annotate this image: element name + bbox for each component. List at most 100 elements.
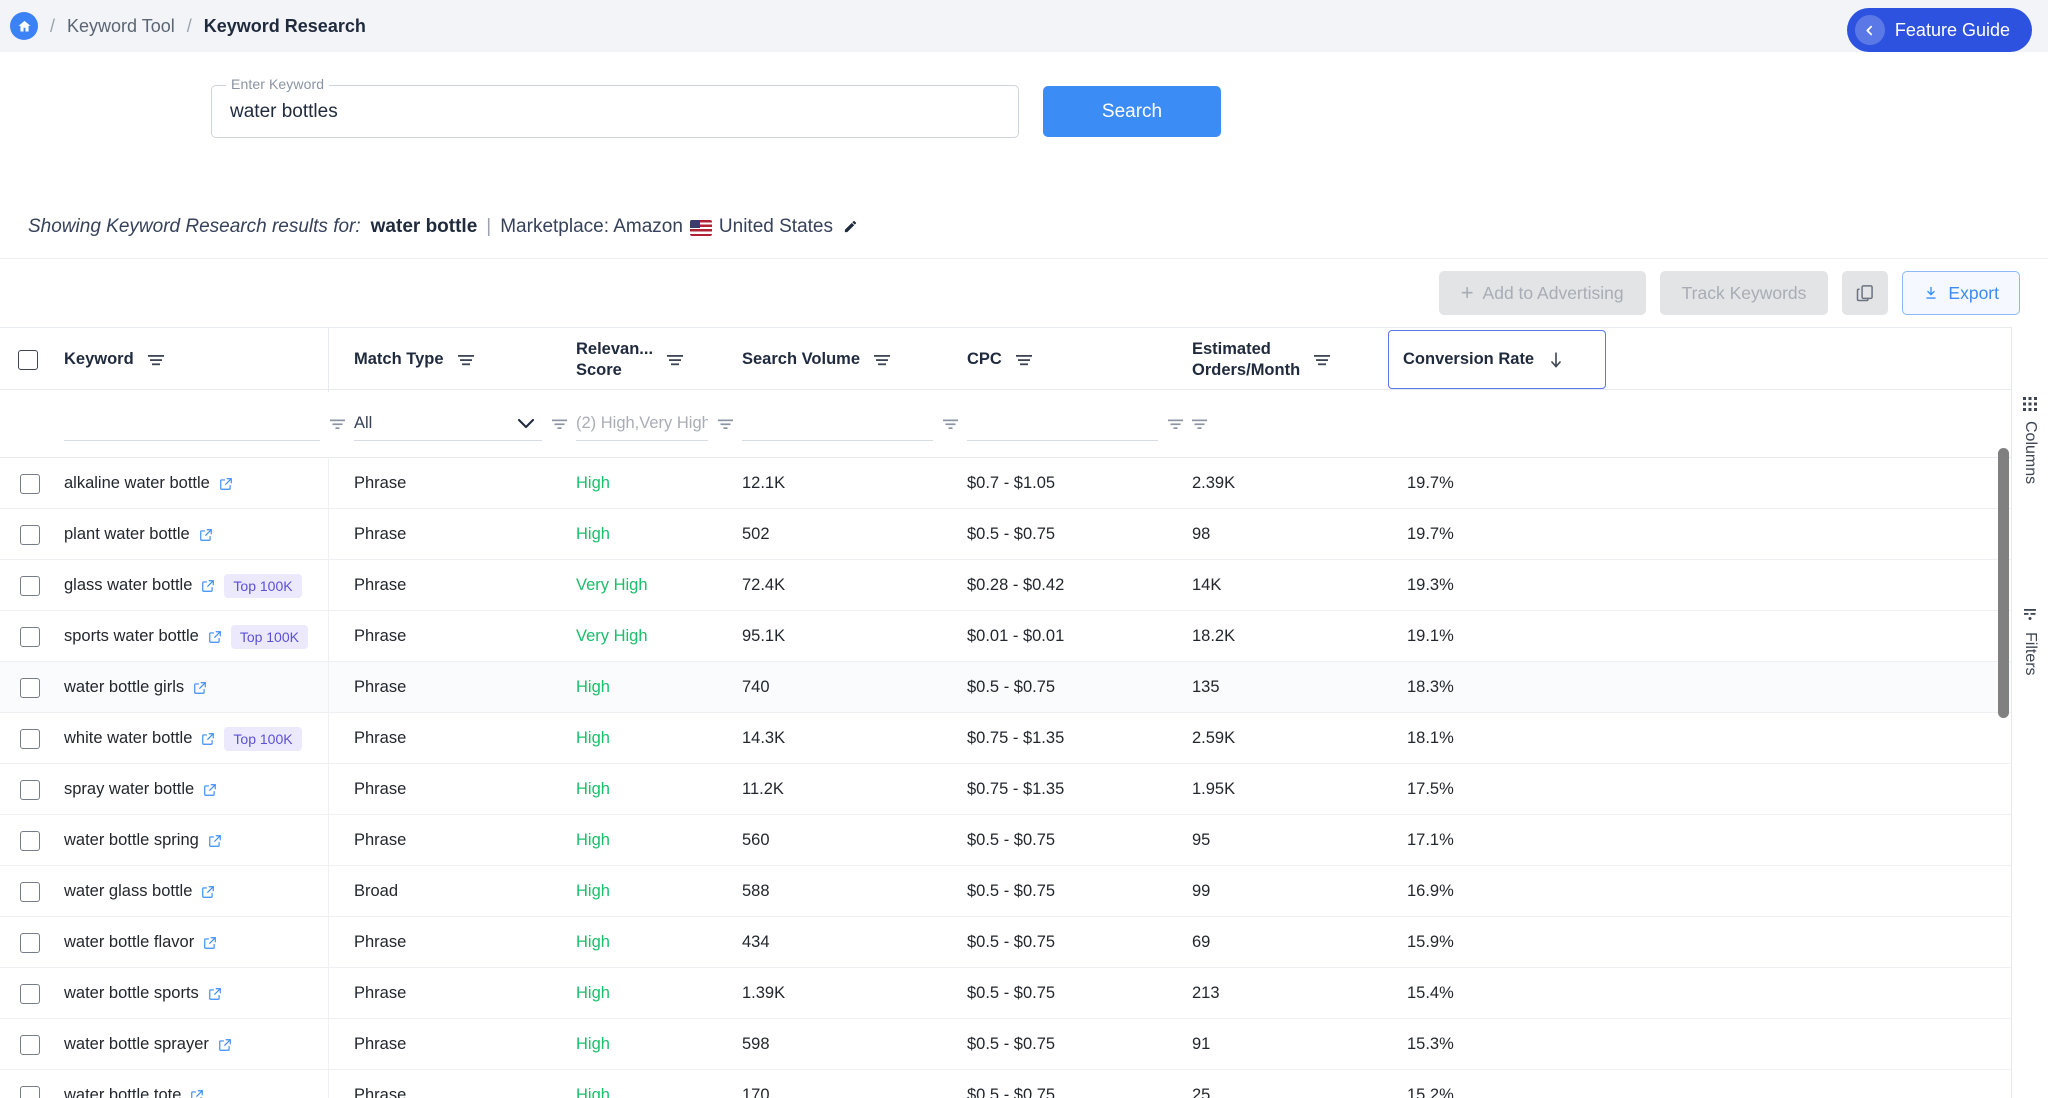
cell-cpc: $0.5 - $0.75 (963, 1070, 1188, 1098)
sort-icon[interactable] (874, 353, 891, 367)
open-external-icon[interactable] (208, 630, 222, 644)
arrow-down-icon[interactable] (1548, 351, 1564, 369)
edit-marketplace-button[interactable] (843, 219, 858, 234)
open-external-icon[interactable] (219, 477, 233, 491)
table-row[interactable]: water bottle girlsPhraseHigh740$0.5 - $0… (0, 662, 2011, 713)
feature-guide-button[interactable]: Feature Guide (1847, 8, 2032, 52)
column-header-conversion-rate[interactable]: Conversion Rate (1389, 331, 1605, 388)
column-header-match-type[interactable]: Match Type (350, 328, 572, 391)
column-header-cpc[interactable]: CPC (963, 328, 1188, 391)
open-external-icon[interactable] (203, 783, 217, 797)
track-keywords-button[interactable]: Track Keywords (1660, 271, 1829, 315)
table-row[interactable]: white water bottleTop 100KPhraseHigh14.3… (0, 713, 2011, 764)
filter-icon[interactable] (330, 417, 346, 431)
sort-icon[interactable] (148, 353, 165, 367)
home-button[interactable] (10, 12, 38, 40)
table-row[interactable]: water bottle flavorPhraseHigh434$0.5 - $… (0, 917, 2011, 968)
row-checkbox[interactable] (20, 576, 40, 596)
breadcrumb-item-keyword-tool[interactable]: Keyword Tool (67, 16, 175, 37)
row-checkbox[interactable] (20, 831, 40, 851)
table-row[interactable]: water bottle springPhraseHigh560$0.5 - $… (0, 815, 2011, 866)
open-external-icon[interactable] (208, 987, 222, 1001)
filter-icon[interactable] (1192, 417, 1208, 431)
row-checkbox[interactable] (20, 882, 40, 902)
add-to-advertising-button[interactable]: + Add to Advertising (1439, 271, 1646, 315)
table-row[interactable]: alkaline water bottlePhraseHigh12.1K$0.7… (0, 458, 2011, 509)
filter-match-type-select[interactable]: All (354, 407, 542, 441)
search-button[interactable]: Search (1043, 86, 1221, 137)
filter-icon[interactable] (1168, 417, 1184, 431)
cell-relevance-score: High (572, 1070, 738, 1098)
row-select-cell (0, 815, 60, 866)
row-checkbox[interactable] (20, 627, 40, 647)
sort-icon[interactable] (1016, 353, 1033, 367)
results-prefix: Showing Keyword Research results for: (28, 216, 361, 238)
row-checkbox[interactable] (20, 525, 40, 545)
copy-button[interactable] (1842, 271, 1888, 315)
sort-icon[interactable] (667, 353, 684, 367)
table-row[interactable]: water bottle sportsPhraseHigh1.39K$0.5 -… (0, 968, 2011, 1019)
filter-icon[interactable] (552, 417, 568, 431)
search-input[interactable] (212, 86, 1018, 137)
column-header-search-volume[interactable]: Search Volume (738, 328, 963, 391)
table-row[interactable]: glass water bottleTop 100KPhraseVery Hig… (0, 560, 2011, 611)
filter-relevance-input[interactable] (576, 407, 708, 440)
row-checkbox[interactable] (20, 1035, 40, 1055)
chevron-down-icon[interactable] (516, 417, 536, 430)
breadcrumb-bar: / Keyword Tool / Keyword Research (0, 0, 2048, 52)
column-header-estimated-orders[interactable]: Estimated Orders/Month (1188, 328, 1403, 391)
sort-icon[interactable] (1314, 353, 1331, 367)
cell-estimated-orders: 69 (1188, 917, 1403, 968)
open-external-icon[interactable] (201, 732, 215, 746)
cell-estimated-orders: 2.59K (1188, 713, 1403, 764)
keyword-text: alkaline water bottle (64, 474, 210, 493)
open-external-icon[interactable] (203, 936, 217, 950)
table-row[interactable]: spray water bottlePhraseHigh11.2K$0.75 -… (0, 764, 2011, 815)
open-external-icon[interactable] (201, 579, 215, 593)
table-row[interactable]: plant water bottlePhraseHigh502$0.5 - $0… (0, 509, 2011, 560)
cell-relevance-score: High (572, 458, 738, 509)
select-all-checkbox[interactable] (18, 350, 38, 370)
row-select-cell (0, 917, 60, 968)
cell-search-volume: 502 (738, 509, 963, 560)
open-external-icon[interactable] (201, 885, 215, 899)
filter-relevance-select[interactable] (576, 407, 708, 441)
table-row[interactable]: sports water bottleTop 100KPhraseVery Hi… (0, 611, 2011, 662)
row-checkbox[interactable] (20, 474, 40, 494)
filters-panel-toggle[interactable]: Filters (2021, 600, 2039, 684)
column-header-keyword[interactable]: Keyword (60, 328, 350, 391)
row-checkbox[interactable] (20, 933, 40, 953)
filter-icon[interactable] (718, 417, 734, 431)
keyword-field[interactable]: Enter Keyword (211, 85, 1019, 138)
filter-icon[interactable] (943, 417, 959, 431)
row-checkbox[interactable] (20, 729, 40, 749)
row-checkbox[interactable] (20, 1086, 40, 1098)
columns-panel-toggle[interactable]: Columns (2021, 389, 2039, 492)
row-checkbox[interactable] (20, 984, 40, 1004)
row-select-cell (0, 866, 60, 917)
cell-cpc: $0.5 - $0.75 (963, 866, 1188, 917)
cell-match-type: Phrase (350, 458, 572, 509)
open-external-icon[interactable] (199, 528, 213, 542)
open-external-icon[interactable] (208, 834, 222, 848)
sort-icon[interactable] (458, 353, 475, 367)
column-header-relevance-score[interactable]: Relevan... Score (572, 328, 738, 391)
row-checkbox[interactable] (20, 678, 40, 698)
filter-search-volume-input[interactable] (742, 407, 933, 440)
add-to-advertising-label: Add to Advertising (1483, 283, 1624, 304)
open-external-icon[interactable] (190, 1089, 204, 1098)
open-external-icon[interactable] (218, 1038, 232, 1052)
open-external-icon[interactable] (193, 681, 207, 695)
filter-keyword-input[interactable] (64, 407, 320, 440)
table-row[interactable]: water bottle sprayerPhraseHigh598$0.5 - … (0, 1019, 2011, 1070)
cell-conversion-rate: 15.4% (1403, 968, 1631, 1019)
vertical-scrollbar[interactable] (1998, 448, 2009, 718)
top-rank-badge: Top 100K (224, 727, 301, 751)
cell-conversion-rate: 16.9% (1403, 866, 1631, 917)
table-row[interactable]: water bottle totePhraseHigh170$0.5 - $0.… (0, 1070, 2011, 1098)
filter-cpc-input[interactable] (967, 407, 1158, 440)
export-button[interactable]: Export (1902, 271, 2020, 315)
row-checkbox[interactable] (20, 780, 40, 800)
table-row[interactable]: water glass bottleBroadHigh588$0.5 - $0.… (0, 866, 2011, 917)
column-header-conversion-rate-label: Conversion Rate (1403, 350, 1534, 369)
